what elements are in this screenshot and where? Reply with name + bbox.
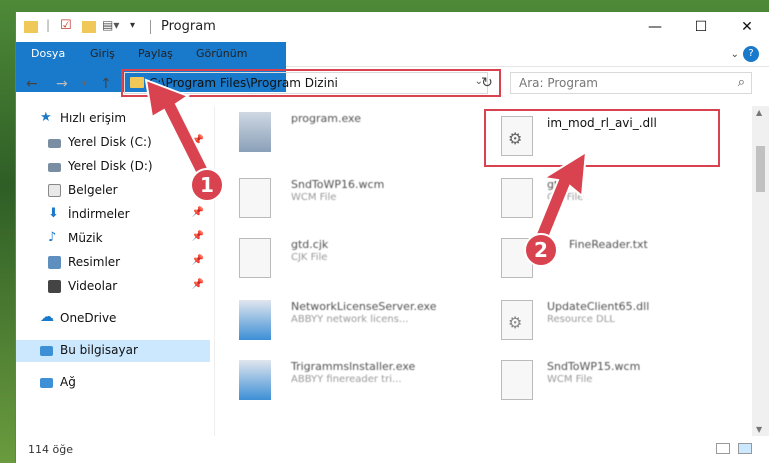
arrow-to-address-bar xyxy=(144,78,210,176)
arrow-to-dll-file xyxy=(534,150,588,242)
annotation-badge-2: 2 xyxy=(524,233,558,267)
annotation-arrows xyxy=(144,78,588,242)
annotation-badge-1: 1 xyxy=(190,168,224,202)
